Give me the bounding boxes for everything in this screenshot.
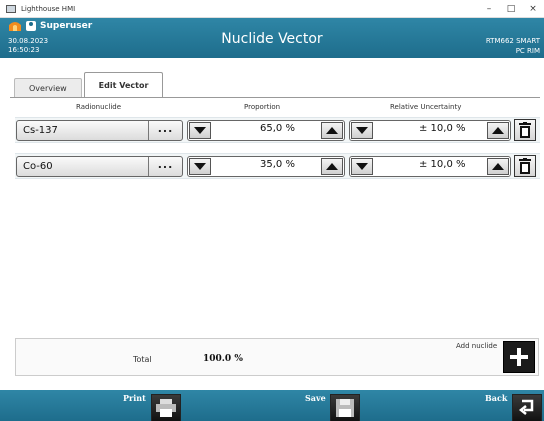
maximize-button[interactable]: □ [500, 4, 522, 14]
uncertainty-decrease-button[interactable] [351, 122, 373, 139]
uncertainty-stepper[interactable]: ± 10,0 % [349, 120, 511, 141]
print-label: Print [123, 393, 146, 403]
app-icon [6, 4, 16, 13]
print-button[interactable]: Print [115, 390, 185, 421]
lighthouse-logo-icon [9, 22, 21, 31]
window-title: Lighthouse HMI [21, 4, 76, 13]
delete-nuclide-button[interactable] [514, 119, 536, 141]
save-button[interactable]: Save [300, 390, 370, 421]
triangle-up-icon [326, 163, 338, 170]
uncertainty-increase-button[interactable] [487, 122, 509, 139]
total-value: 100.0 % [203, 354, 243, 364]
tab-overview[interactable]: Overview [14, 78, 82, 98]
plus-icon [510, 348, 528, 366]
back-arrow-icon [512, 394, 542, 421]
trash-icon [519, 158, 531, 174]
footer-bar: Print Save Back [0, 390, 544, 421]
back-label: Back [485, 393, 508, 403]
nuclide-browse-button[interactable]: ... [148, 121, 182, 140]
nuclide-name: Co-60 [23, 161, 53, 172]
triangle-up-icon [326, 127, 338, 134]
uncertainty-increase-button[interactable] [487, 158, 509, 175]
uncertainty-stepper[interactable]: ± 10,0 % [349, 156, 511, 177]
uncertainty-value: ± 10,0 % [419, 159, 466, 170]
user-indicator[interactable]: Superuser [26, 21, 92, 31]
trash-icon [519, 122, 531, 138]
user-icon [26, 21, 36, 31]
table-row: Co-60 ... 35,0 % ± 10,0 % [15, 153, 540, 179]
triangle-down-icon [194, 127, 206, 134]
triangle-up-icon [492, 163, 504, 170]
minimize-button[interactable]: – [478, 4, 500, 14]
user-name: Superuser [40, 21, 93, 31]
proportion-decrease-button[interactable] [189, 158, 211, 175]
nuclide-selector[interactable]: Cs-137 ... [16, 120, 183, 141]
printer-icon [151, 394, 181, 421]
proportion-value: 35,0 % [260, 159, 295, 170]
tab-edit-vector[interactable]: Edit Vector [83, 72, 164, 98]
main-content: Overview Edit Vector Radionuclide Propor… [0, 58, 544, 390]
proportion-increase-button[interactable] [321, 158, 343, 175]
nuclide-selector[interactable]: Co-60 ... [16, 156, 183, 177]
window-controls: – □ × [478, 4, 544, 14]
proportion-value: 65,0 % [260, 123, 295, 134]
add-nuclide-label: Add nuclide [456, 342, 498, 350]
proportion-stepper[interactable]: 65,0 % [187, 120, 345, 141]
save-label: Save [305, 393, 326, 403]
proportion-stepper[interactable]: 35,0 % [187, 156, 345, 177]
app-header: Superuser 30.08.2023 16:50:23 Nuclide Ve… [0, 18, 544, 58]
tab-bar: Overview Edit Vector [14, 72, 164, 98]
proportion-increase-button[interactable] [321, 122, 343, 139]
table-row: Cs-137 ... 65,0 % ± 10,0 % [15, 117, 540, 143]
column-header-uncertainty: Relative Uncertainty [390, 103, 462, 111]
back-button[interactable]: Back [480, 390, 544, 421]
device-name: RTM662 SMART [485, 37, 540, 45]
window-titlebar: Lighthouse HMI – □ × [0, 0, 544, 18]
close-button[interactable]: × [522, 4, 544, 14]
nuclide-browse-button[interactable]: ... [148, 157, 182, 176]
triangle-down-icon [356, 127, 368, 134]
current-time: 16:50:23 [8, 46, 40, 54]
column-header-radionuclide: Radionuclide [76, 103, 122, 111]
add-nuclide-button[interactable] [503, 341, 535, 373]
triangle-up-icon [492, 127, 504, 134]
uncertainty-value: ± 10,0 % [419, 123, 466, 134]
device-subname: PC RIM [515, 47, 540, 55]
tab-divider [10, 97, 540, 98]
triangle-down-icon [194, 163, 206, 170]
nuclide-name: Cs-137 [23, 125, 58, 136]
floppy-disk-icon [330, 394, 360, 421]
column-header-proportion: Proportion [244, 103, 281, 111]
triangle-down-icon [356, 163, 368, 170]
uncertainty-decrease-button[interactable] [351, 158, 373, 175]
total-label: Total [133, 355, 152, 364]
page-title: Nuclide Vector [221, 31, 323, 47]
delete-nuclide-button[interactable] [514, 155, 536, 177]
proportion-decrease-button[interactable] [189, 122, 211, 139]
total-panel: Total 100.0 % Add nuclide [15, 338, 539, 376]
